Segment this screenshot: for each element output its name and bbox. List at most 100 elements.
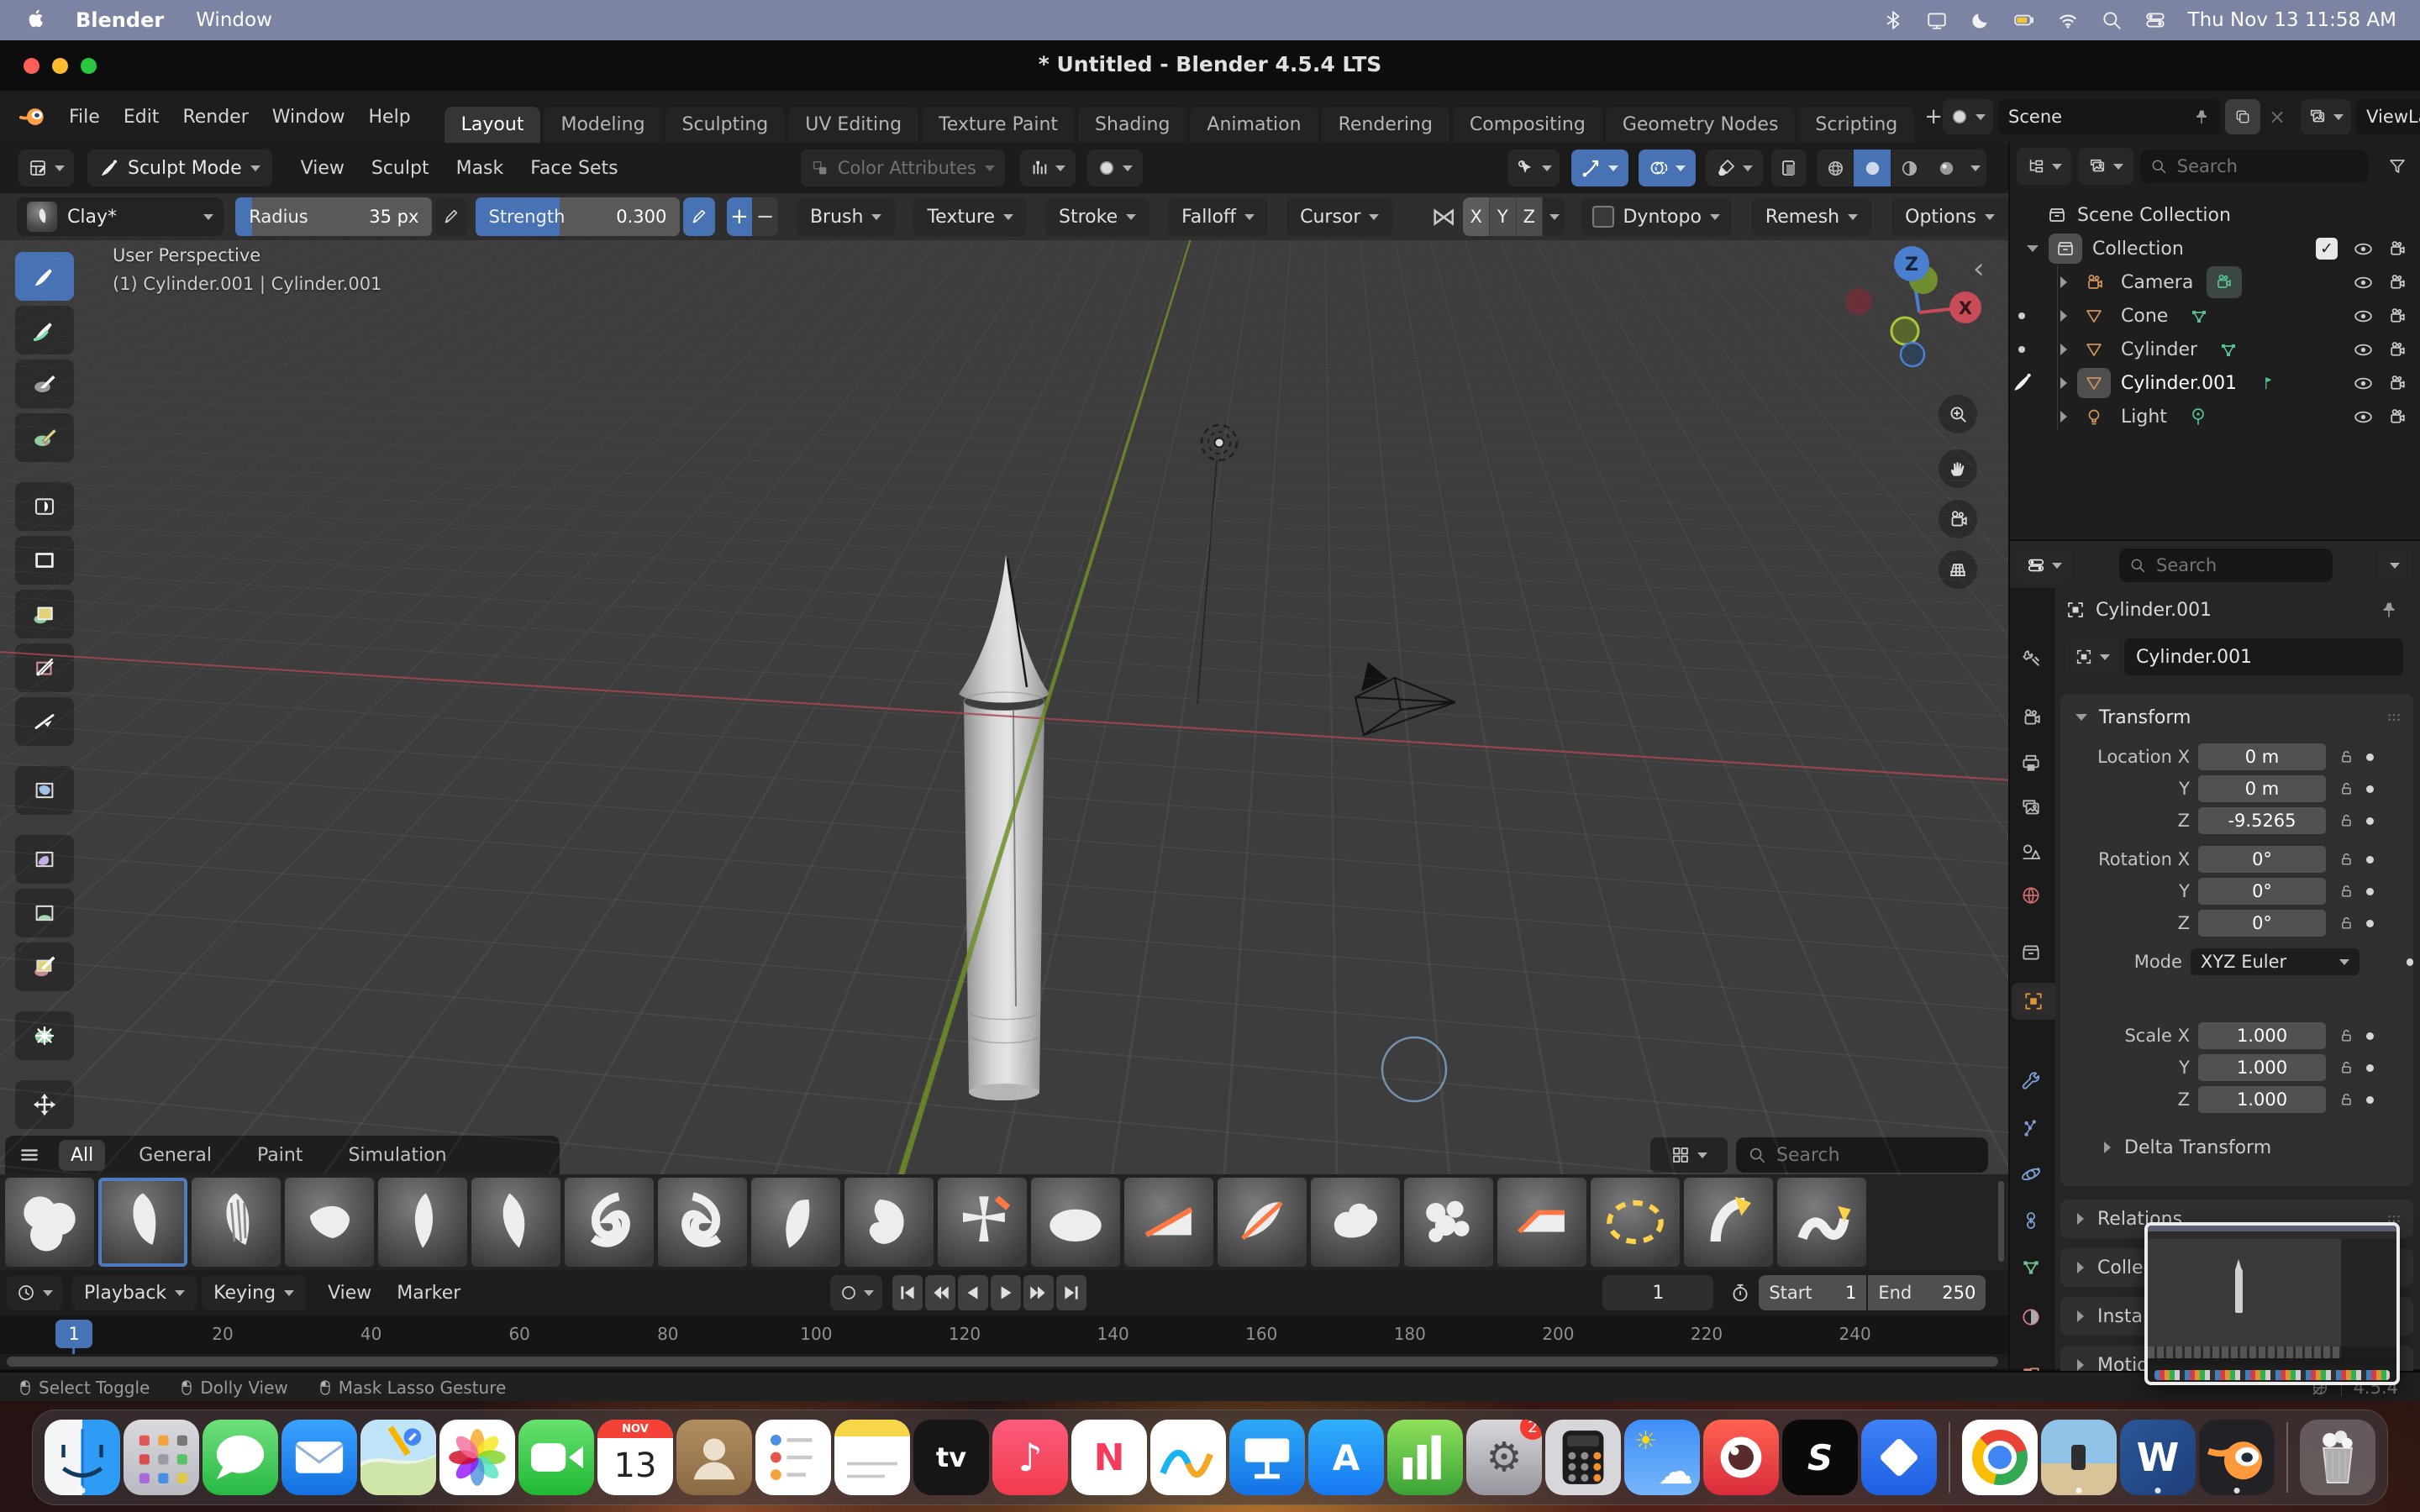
timeline-ruler[interactable]: 120406080100120140160180200220240 <box>0 1315 2008 1354</box>
camera-object[interactable] <box>1355 662 1455 735</box>
brush-thumbnail-hook-yellow[interactable] <box>1684 1178 1773 1267</box>
battery-icon[interactable] <box>2013 9 2035 31</box>
toggle-xray-button[interactable] <box>1706 150 1763 186</box>
viewport-3d[interactable]: User Perspective (1) Cylinder.001 | Cyli… <box>0 240 2008 1174</box>
dock-app-photo-booth[interactable] <box>1703 1420 1779 1495</box>
current-frame-field[interactable]: 1 <box>1602 1275 1713 1310</box>
scene-unlink-button[interactable]: × <box>2265 105 2289 129</box>
properties-editor-type-button[interactable] <box>2017 547 2072 584</box>
tool-move[interactable] <box>15 1080 74 1129</box>
hide-in-viewport-toggle[interactable] <box>2353 239 2374 260</box>
transform-value-field[interactable]: 1.000 <box>2198 1022 2326 1049</box>
pin-icon[interactable] <box>2193 108 2210 125</box>
dock-app-chrome[interactable] <box>1962 1420 2038 1495</box>
disable-in-renders-toggle[interactable] <box>2387 272 2408 293</box>
menubar-clock[interactable]: Thu Nov 13 11:58 AM <box>2188 9 2396 31</box>
viewport-shading-pill-button[interactable] <box>1087 150 1143 186</box>
active-brush-dropdown[interactable]: Clay* <box>17 197 224 236</box>
frame-end-field[interactable]: End250 <box>1868 1275 1986 1310</box>
disable-in-renders-toggle[interactable] <box>2387 239 2408 260</box>
tab-particles[interactable] <box>2012 1110 2050 1147</box>
control-center-icon[interactable] <box>2144 9 2166 31</box>
lock-icon[interactable] <box>2338 851 2354 868</box>
animate-dot[interactable] <box>2366 920 2374 927</box>
playhead-badge[interactable]: 1 <box>55 1320 92 1348</box>
hide-in-viewport-toggle[interactable] <box>2353 272 2374 293</box>
dock-app-app-dark-s[interactable]: S <box>1782 1420 1858 1495</box>
dock-app-music[interactable]: ♪ <box>992 1420 1068 1495</box>
outliner-filter-type-button[interactable] <box>2078 148 2133 185</box>
outliner-search-input[interactable] <box>2175 155 2322 177</box>
animate-dot[interactable] <box>2366 1064 2374 1072</box>
brush-thumbnail-cross-orange[interactable] <box>938 1178 1027 1267</box>
popover-cursor[interactable]: Cursor <box>1286 197 1392 236</box>
brush-thumbnail-comma[interactable] <box>844 1178 934 1267</box>
workspace-tab-rendering[interactable]: Rendering <box>1322 107 1449 143</box>
shading-material-button[interactable] <box>1891 150 1928 186</box>
workspace-tab-shading[interactable]: Shading <box>1078 107 1186 143</box>
viewport-menu-view[interactable]: View <box>301 158 345 179</box>
tool-annotate[interactable] <box>15 942 74 991</box>
workspace-tab-animation[interactable]: Animation <box>1190 107 1318 143</box>
topbar-menu-window[interactable]: Window <box>272 107 345 128</box>
hide-in-viewport-toggle[interactable] <box>2353 407 2374 428</box>
brush-thumbnail-scoop[interactable] <box>285 1178 374 1267</box>
lock-icon[interactable] <box>2338 915 2354 932</box>
dyntopo-group[interactable]: Dyntopo <box>1581 197 1731 236</box>
brush-thumbnail-striped[interactable] <box>192 1178 281 1267</box>
play-reverse-button[interactable] <box>958 1275 988 1310</box>
options-dropdown[interactable]: Options <box>1891 197 2008 236</box>
workspace-tab-layout[interactable]: Layout <box>445 107 541 143</box>
dock-app-messages[interactable] <box>203 1420 278 1495</box>
hide-in-viewport-toggle[interactable] <box>2353 373 2374 394</box>
do-not-disturb-icon[interactable] <box>1970 9 1991 31</box>
disable-in-renders-toggle[interactable] <box>2387 373 2408 394</box>
animate-dot[interactable] <box>2366 817 2374 825</box>
transform-value-field[interactable]: 1.000 <box>2198 1054 2326 1081</box>
tab-view-layer[interactable] <box>2012 790 2050 827</box>
direction-subtract-button[interactable]: − <box>752 197 778 236</box>
tool-cloth[interactable] <box>15 766 74 815</box>
lock-icon[interactable] <box>2338 780 2354 797</box>
dock-app-numbers[interactable] <box>1387 1420 1463 1495</box>
jump-to-end-button[interactable] <box>1056 1275 1086 1310</box>
brush-thumbnail-drop[interactable] <box>751 1178 840 1267</box>
lock-icon[interactable] <box>2338 1059 2354 1076</box>
tab-physics[interactable] <box>2012 1156 2050 1193</box>
cylinder-object[interactable] <box>959 554 1050 1100</box>
delta-transform-row[interactable]: Delta Transform <box>2060 1132 2413 1163</box>
brush-thumbnail-ring-dashed[interactable] <box>1591 1178 1680 1267</box>
expand-chevron-icon[interactable] <box>2060 344 2067 355</box>
hide-in-viewport-toggle[interactable] <box>2353 306 2374 327</box>
scene-name-field[interactable]: Scene <box>1998 99 2220 134</box>
outliner-display-mode-button[interactable] <box>2017 148 2071 185</box>
outliner-row-cylinder-001[interactable]: Cylinder.001 <box>2010 366 2420 400</box>
spotlight-icon[interactable] <box>2101 9 2123 31</box>
rotation-mode-dropdown[interactable]: XYZ Euler <box>2191 948 2360 975</box>
mode-dropdown[interactable]: Sculpt Mode <box>87 150 272 186</box>
workspace-tab-uv-editing[interactable]: UV Editing <box>788 107 918 143</box>
display-icon[interactable] <box>1926 9 1948 31</box>
symmetry-axis-y[interactable]: Y <box>1490 197 1517 236</box>
direction-add-button[interactable]: + <box>727 197 753 236</box>
sidebar-collapse-arrow[interactable]: ‹ <box>1973 252 1985 286</box>
show-object-types-button[interactable] <box>1507 150 1560 186</box>
popover-texture[interactable]: Texture <box>913 197 1027 236</box>
tab-collection[interactable] <box>2012 934 2050 971</box>
dock-app-apple-tv[interactable]: tv <box>913 1420 989 1495</box>
tool-draw[interactable] <box>15 252 74 301</box>
gizmo-axis-x-neg[interactable] <box>1845 288 1872 315</box>
transform-value-field[interactable]: 1.000 <box>2198 1086 2326 1113</box>
wifi-icon[interactable] <box>2057 9 2079 31</box>
viewlayer-icon-button[interactable] <box>2301 99 2351 134</box>
hide-in-viewport-toggle[interactable] <box>2353 339 2374 360</box>
show-overlays-button[interactable] <box>1639 150 1696 186</box>
dock-app-system-settings[interactable]: ⚙2 <box>1466 1420 1542 1495</box>
shading-chevron[interactable] <box>1965 150 1986 186</box>
transform-value-field[interactable]: 0° <box>2198 910 2326 937</box>
tab-world[interactable] <box>2012 877 2050 914</box>
jump-to-start-button[interactable] <box>892 1275 923 1310</box>
tool-box-trim[interactable] <box>15 643 74 692</box>
add-workspace-button[interactable]: + <box>1924 104 1943 129</box>
dock-app-contacts[interactable] <box>676 1420 752 1495</box>
